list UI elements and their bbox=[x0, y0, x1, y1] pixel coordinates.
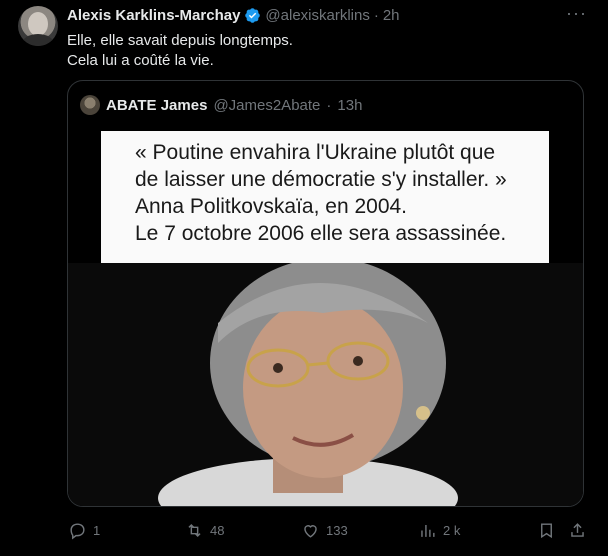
reply-count: 1 bbox=[93, 523, 101, 538]
views-button[interactable]: 2 k bbox=[418, 521, 460, 540]
separator-dot: · bbox=[326, 96, 332, 114]
quote-card-line: de laisser une démocratie s'y installer.… bbox=[135, 168, 507, 191]
author-name[interactable]: Alexis Karklins-Marchay bbox=[67, 7, 240, 24]
bookmark-button[interactable] bbox=[537, 521, 556, 540]
more-options-icon[interactable]: ··· bbox=[566, 4, 586, 26]
heart-icon bbox=[304, 525, 317, 538]
share-icon bbox=[571, 523, 584, 537]
quoted-tweet[interactable]: ABATE James @James2Abate · 13h « Poutine… bbox=[67, 80, 584, 507]
quoted-author-handle: @James2Abate bbox=[213, 96, 321, 114]
like-button[interactable]: 133 bbox=[301, 521, 348, 540]
verified-badge-icon bbox=[245, 8, 261, 23]
avatar-face bbox=[28, 12, 48, 36]
separator-dot: · bbox=[373, 7, 379, 24]
avatar-suit bbox=[22, 34, 54, 46]
tweet-header: Alexis Karklins-Marchay @alexiskarklins … bbox=[67, 7, 400, 24]
like-count: 133 bbox=[326, 523, 348, 538]
quoted-author-name: ABATE James bbox=[106, 96, 208, 114]
quoted-author-avatar bbox=[80, 95, 100, 115]
tweet-time[interactable]: 2h bbox=[383, 7, 400, 24]
tweet-text-line: Elle, elle savait depuis longtemps. bbox=[67, 32, 293, 49]
quote-card-line: Anna Politkovskaïa, en 2004. bbox=[135, 195, 408, 218]
quote-card-line: « Poutine envahira l'Ukraine plutôt que bbox=[135, 141, 496, 164]
views-chart-icon bbox=[421, 524, 435, 537]
reply-icon bbox=[70, 523, 85, 540]
repost-count: 48 bbox=[210, 523, 225, 538]
tweet-text-line: Cela lui a coûté la vie. bbox=[67, 52, 214, 69]
bookmark-icon bbox=[541, 523, 552, 539]
portrait-photo bbox=[68, 263, 583, 506]
quoted-media[interactable]: « Poutine envahira l'Ukraine plutôt que … bbox=[68, 131, 583, 506]
author-handle[interactable]: @alexiskarklins bbox=[265, 7, 369, 24]
views-count: 2 k bbox=[443, 523, 461, 538]
quote-text-card: « Poutine envahira l'Ukraine plutôt que … bbox=[101, 131, 549, 263]
quoted-tweet-header: ABATE James @James2Abate · 13h bbox=[80, 95, 362, 115]
quote-card-line: Le 7 octobre 2006 elle sera assassinée. bbox=[135, 222, 507, 245]
reply-button[interactable]: 1 bbox=[68, 521, 100, 540]
author-avatar[interactable] bbox=[18, 6, 58, 46]
share-button[interactable] bbox=[568, 521, 587, 540]
action-bar: 1 48 133 2 k bbox=[0, 518, 608, 546]
repost-button[interactable]: 48 bbox=[185, 521, 224, 540]
quoted-tweet-time: 13h bbox=[337, 96, 363, 114]
repost-icon bbox=[188, 523, 201, 538]
tweet-text: Elle, elle savait depuis longtemps. Cela… bbox=[67, 31, 293, 71]
